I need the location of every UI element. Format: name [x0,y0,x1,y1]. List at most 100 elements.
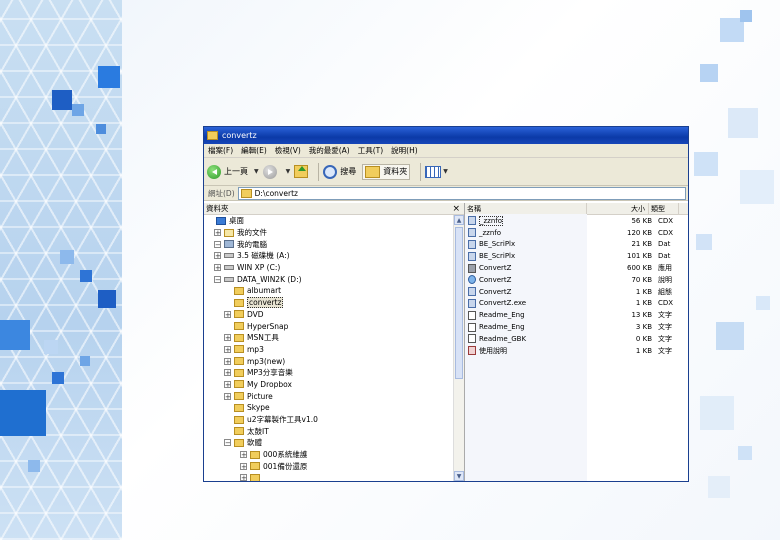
file-name: _zznfo [479,228,502,237]
file-name: _zznfo [479,215,504,226]
tree-node[interactable]: +001備份還原 [204,460,454,472]
tree-node-label: 我的文件 [237,228,267,238]
scroll-down-icon[interactable]: ▼ [454,471,464,481]
collapse-icon[interactable]: − [214,240,221,248]
tree-node[interactable]: Skype [204,402,454,414]
tree-node[interactable]: + mp3(new) [204,355,454,367]
tree-node[interactable]: + DVD [204,309,454,321]
tree-node[interactable]: convertz [204,297,454,309]
expand-icon[interactable]: + [240,474,247,481]
file-name-cell: _zznfo [465,228,590,238]
file-row[interactable]: BE_ScriPlx 101 KB Dat [465,250,688,262]
back-dropdown-icon[interactable]: ▼ [254,168,259,175]
forward-dropdown-icon[interactable]: ▼ [286,168,291,175]
forward-button[interactable] [262,164,280,179]
file-row[interactable]: BE_ScriPlx 21 KB Dat [465,239,688,251]
expand-icon[interactable]: + [224,392,231,400]
back-button[interactable]: 上一頁 [207,164,248,179]
tree-node[interactable]: HyperSnap [204,320,454,332]
folders-button[interactable]: 資料夾 [362,163,411,180]
expand-icon[interactable]: + [214,264,221,272]
scroll-thumb[interactable] [455,227,463,379]
file-row[interactable]: _zznfo 120 KB CDX [465,227,688,239]
tree-node[interactable]: + 我的文件 [204,227,454,239]
folder-icon [234,286,244,295]
close-pane-icon[interactable]: × [452,204,460,214]
file-type: 說明 [658,275,672,284]
search-button[interactable]: 搜尋 [323,164,356,179]
expand-icon[interactable]: + [240,462,247,470]
address-field[interactable]: D:\convertz [237,186,686,200]
menu-file[interactable]: 檔案(F) [208,145,233,156]
file-row[interactable]: ConvertZ 1 KB 組態 [465,286,688,298]
bg-square [694,152,718,176]
expand-icon[interactable]: + [224,357,231,365]
tree-node-label: Picture [247,391,273,401]
tree-node[interactable]: + MP3分享音樂 [204,367,454,379]
column-header-name[interactable]: 名稱 [465,203,587,214]
file-row[interactable]: Readme_GBK 0 KB 文字 [465,333,688,345]
tree-node[interactable]: + WIN XP (C:) [204,262,454,274]
expand-icon[interactable]: + [214,252,221,260]
file-row[interactable]: ConvertZ 70 KB 說明 [465,274,688,286]
tree-node[interactable]: − 我的電腦 [204,238,454,250]
file-list-pane: 名稱 大小 類型 _zznfo 56 KB CDX _zznfo 120 KB CDX BE… [465,203,688,481]
tree-node[interactable]: albumart [204,285,454,297]
file-name-cell: Readme_Eng [465,322,590,332]
expand-icon[interactable]: + [224,334,231,342]
file-name-cell: ConvertZ [465,263,590,273]
file-row[interactable]: 使用說明 1 KB 文字 [465,345,688,357]
tree-node[interactable]: + My Dropbox [204,379,454,391]
views-button[interactable]: ▼ [425,165,452,178]
file-row[interactable]: ConvertZ 600 KB 應用 [465,262,688,274]
column-header-type[interactable]: 類型 [649,203,679,214]
expand-icon[interactable]: + [214,229,221,237]
folder-pane-header: 資料夾 × [204,203,464,215]
folder-icon [234,298,244,307]
folder-icon [234,368,244,377]
bg-square [700,64,718,82]
column-header-size[interactable]: 大小 [587,203,649,214]
file-name: ConvertZ.exe [479,299,527,308]
menu-favorites[interactable]: 我的最愛(A) [309,145,350,156]
up-folder-icon [294,165,309,178]
expand-icon[interactable]: + [224,369,231,377]
scroll-up-icon[interactable]: ▲ [454,215,464,225]
address-label: 網址(D) [208,188,235,198]
file-size: 1 KB [635,346,652,355]
search-icon [323,164,338,179]
tree-node[interactable]: + [204,472,454,481]
file-type: 應用 [658,264,672,273]
title-bar[interactable]: convertz [204,127,688,144]
tree-node[interactable]: + mp3 [204,344,454,356]
tree-scrollbar[interactable]: ▲ ▼ [453,215,464,481]
file-row[interactable]: Readme_Eng 3 KB 文字 [465,321,688,333]
tree-node[interactable]: + Picture [204,390,454,402]
menu-edit[interactable]: 編輯(E) [241,145,267,156]
file-row[interactable]: Readme_Eng 13 KB 文字 [465,309,688,321]
collapse-icon[interactable]: − [214,275,221,283]
file-row[interactable]: ConvertZ.exe 1 KB CDX [465,298,688,310]
menu-view[interactable]: 檢視(V) [275,145,301,156]
folders-label: 資料夾 [383,167,408,176]
tree-node[interactable]: 太鼓IT [204,425,454,437]
expand-icon[interactable]: + [224,310,231,318]
menu-help[interactable]: 說明(H) [391,145,418,156]
collapse-icon[interactable]: − [224,439,231,447]
back-label: 上一頁 [224,167,248,176]
expand-icon[interactable]: + [224,345,231,353]
menu-tools[interactable]: 工具(T) [358,145,383,156]
file-row[interactable]: _zznfo 56 KB CDX [465,215,688,227]
up-folder-button[interactable] [294,165,309,178]
expand-icon[interactable]: + [224,380,231,388]
tree-node[interactable]: − 軟體 [204,437,454,449]
expand-icon[interactable]: + [240,451,247,459]
tree-node[interactable]: u2字幕製作工具v1.0 [204,414,454,426]
tree-node[interactable]: − DATA_WIN2K (D:) [204,273,454,285]
tree-node[interactable]: + MSN工具 [204,332,454,344]
tree-node[interactable]: +3.5 磁碟機 (A:) [204,250,454,262]
tree-node[interactable]: 桌面 [204,215,454,227]
tree-node[interactable]: +000系統維護 [204,449,454,461]
folder-icon [234,438,244,447]
